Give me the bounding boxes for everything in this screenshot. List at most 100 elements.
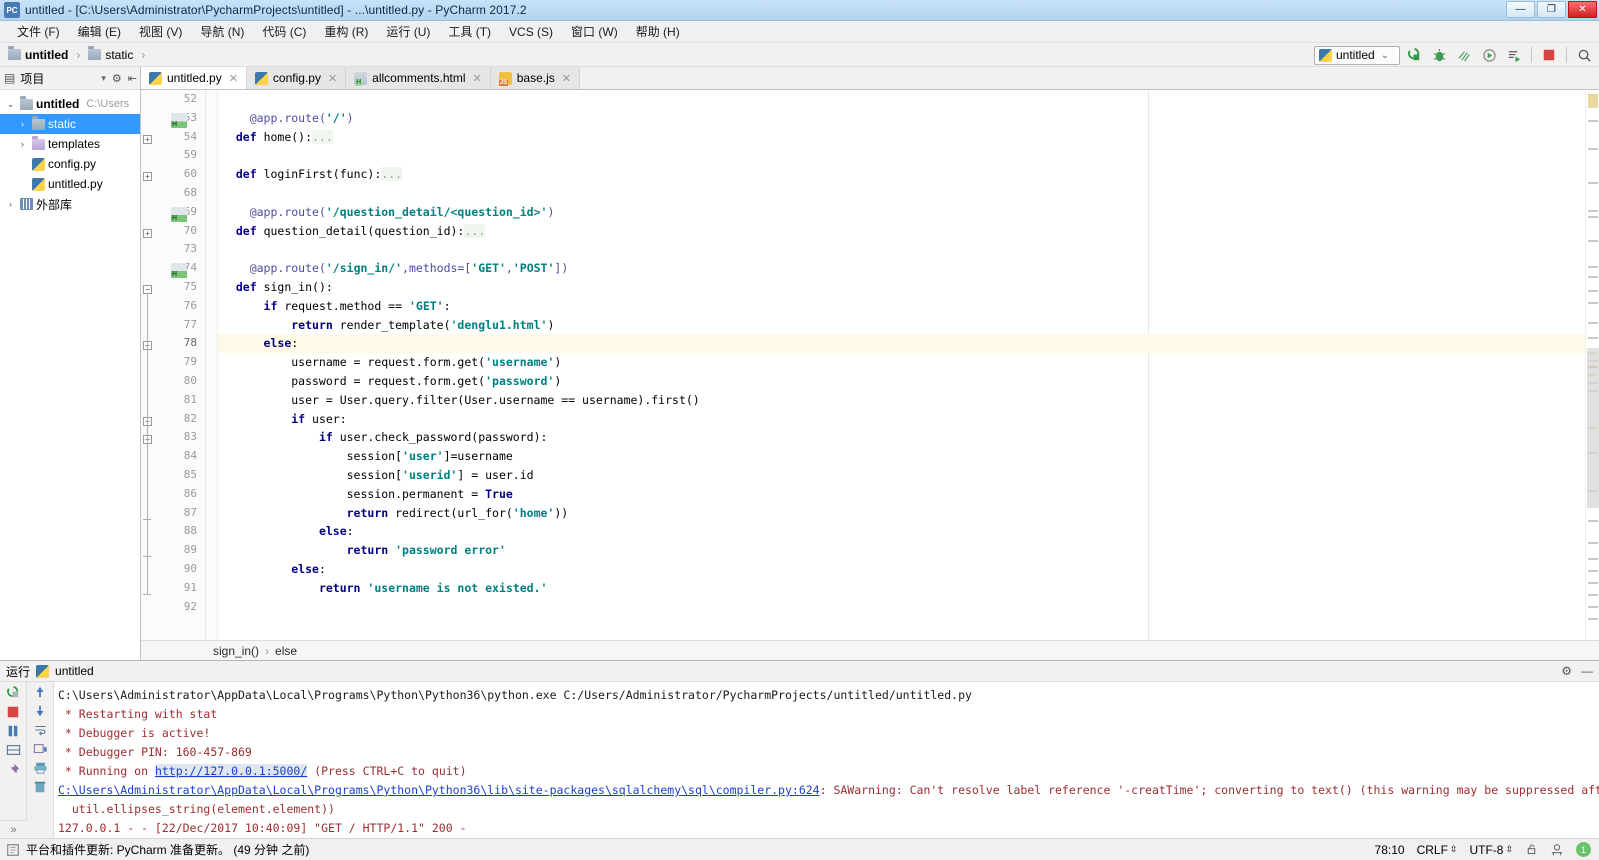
tab-label: untitled.py [167, 71, 222, 85]
code-line: return render_template('denglu1.html') [291, 317, 555, 332]
menu-item-tools[interactable]: 工具 (T) [439, 21, 500, 42]
console-link[interactable]: http://127.0.0.1:5000/ [154, 764, 308, 778]
editor-marker-scrollbar[interactable] [1585, 90, 1599, 640]
tab-close-icon[interactable]: ✕ [328, 72, 337, 85]
run-panel-title: 运行 [6, 664, 31, 679]
search-everywhere-icon[interactable] [1573, 45, 1595, 65]
fold-toggle-icon[interactable]: + [143, 172, 152, 182]
tree-item-templates[interactable]: › templates [0, 134, 140, 154]
tab-untitled-py[interactable]: untitled.py ✕ [141, 67, 247, 89]
menu-item-run[interactable]: 运行 (U) [377, 21, 439, 42]
tree-item-label: config.py [48, 157, 97, 171]
console-output[interactable]: C:\Users\Administrator\AppData\Local\Pro… [54, 682, 1599, 838]
breadcrumb-sign-in[interactable]: sign_in() [213, 644, 259, 658]
chevron-right-icon[interactable]: › [16, 119, 29, 129]
tree-item-static[interactable]: › static [0, 114, 140, 134]
fold-toggle-icon[interactable]: + [143, 228, 152, 238]
fold-toggle-icon[interactable]: − [143, 285, 152, 294]
menu-item-vcs[interactable]: VCS (S) [500, 23, 562, 41]
marker-tick [1588, 618, 1598, 620]
run-gutter-icon[interactable] [171, 263, 187, 279]
soft-wrap-icon[interactable] [33, 723, 48, 737]
tree-item-untitled[interactable]: ⌄ untitled C:\Users [0, 94, 140, 114]
pin-icon[interactable] [6, 762, 21, 777]
line-separator-selector[interactable]: CRLF ⇳ [1417, 843, 1458, 857]
tab-base-js[interactable]: base.js ✕ [490, 67, 580, 89]
collapse-all-icon[interactable]: ⇤ [128, 72, 137, 85]
run-gutter-icon[interactable] [171, 112, 187, 128]
print-icon[interactable] [33, 761, 48, 775]
console-link[interactable]: C:\Users\Administrator\AppData\Local\Pro… [58, 783, 820, 797]
tree-item-config-py[interactable]: config.py [0, 154, 140, 174]
menu-item-view[interactable]: 视图 (V) [130, 21, 191, 42]
tab-allcomments-html[interactable]: allcomments.html ✕ [346, 67, 491, 89]
structure-breadcrumb: sign_in() › else [141, 640, 1599, 660]
tab-close-icon[interactable]: ✕ [473, 72, 482, 85]
menu-item-navigate[interactable]: 导航 (N) [191, 21, 253, 42]
menu-item-edit[interactable]: 编辑 (E) [69, 21, 130, 42]
run-with-console-icon[interactable] [1503, 45, 1525, 65]
python-interpreter-icon[interactable] [1550, 843, 1564, 857]
minimize-button[interactable]: — [1506, 1, 1535, 18]
menu-item-file[interactable]: 文件 (F) [8, 21, 69, 42]
clear-all-icon[interactable] [33, 780, 47, 794]
code-text-area[interactable]: @app.route('/') def home():... def login… [218, 90, 1585, 640]
navbar-actions: untitled ⌄ [1314, 45, 1595, 65]
scroll-down-icon[interactable] [33, 704, 47, 718]
chevron-right-icon[interactable]: › [4, 199, 17, 209]
chevron-down-icon[interactable]: ⌄ [4, 99, 17, 110]
scroll-up-icon[interactable] [33, 685, 47, 699]
coverage-icon[interactable] [1453, 45, 1475, 65]
close-button[interactable]: ✕ [1568, 1, 1597, 18]
stop-icon[interactable] [1538, 45, 1560, 65]
menu-item-refactor[interactable]: 重构 (R) [315, 21, 377, 42]
chevron-right-icon[interactable]: › [16, 139, 29, 149]
tree-item-label: templates [48, 137, 101, 151]
stop-icon[interactable] [6, 705, 20, 719]
menu-item-code[interactable]: 代码 (C) [253, 21, 315, 42]
breadcrumb-item-static[interactable]: static [105, 48, 133, 62]
code-folding-column[interactable]: +++−−−− [143, 90, 218, 640]
run-icon[interactable] [1403, 45, 1425, 65]
scrollbar-thumb[interactable] [1587, 348, 1599, 508]
tab-close-icon[interactable]: ✕ [562, 72, 571, 85]
breadcrumb-separator: › [265, 643, 270, 658]
settings-gear-icon[interactable]: ⚙ [1561, 664, 1572, 678]
code-editor[interactable]: 52 53 54 59 60 68 69 70 73 74 75 76 77 78 79 80 81 82 83 84… [141, 90, 1599, 640]
maximize-button[interactable]: ❐ [1537, 1, 1566, 18]
tab-label: config.py [272, 71, 321, 85]
hide-icon[interactable]: — [1581, 664, 1593, 678]
status-message[interactable]: 平台和插件更新: PyCharm 准备更新。 (49 分钟 之前) [26, 841, 309, 858]
event-log-badge[interactable]: 1 [1576, 842, 1591, 857]
rerun-icon[interactable] [6, 685, 21, 700]
encoding-selector[interactable]: UTF-8 ⇳ [1469, 843, 1513, 857]
tab-config-py[interactable]: config.py ✕ [246, 67, 347, 89]
console-toggle-icon[interactable] [6, 743, 21, 757]
tree-item-untitled-py[interactable]: untitled.py [0, 174, 140, 194]
project-view-icon[interactable]: ▤ [4, 71, 15, 85]
run-configuration-selector[interactable]: untitled ⌄ [1314, 45, 1400, 65]
tab-close-icon[interactable]: ✕ [229, 72, 238, 85]
notification-icon[interactable] [6, 843, 20, 857]
pause-icon[interactable] [6, 724, 20, 738]
line-number: 59 [183, 148, 197, 162]
fold-toggle-icon[interactable]: + [143, 134, 152, 144]
breadcrumb-else[interactable]: else [275, 644, 297, 658]
breadcrumb-item-project[interactable]: untitled [25, 48, 68, 62]
expand-tool-windows-button[interactable]: » [0, 820, 27, 838]
line-number: 81 [183, 392, 197, 406]
tree-item-external-libraries[interactable]: › 外部库 [0, 194, 140, 214]
menu-item-window[interactable]: 窗口 (W) [562, 21, 627, 42]
caret-position[interactable]: 78:10 [1375, 843, 1405, 857]
debug-icon[interactable] [1428, 45, 1450, 65]
profile-icon[interactable] [1478, 45, 1500, 65]
export-icon[interactable] [33, 742, 48, 756]
run-panel-header: 运行 untitled ⚙ — [0, 661, 1599, 682]
run-gutter-icon[interactable] [171, 206, 187, 222]
chevron-down-icon[interactable]: ▾ [101, 73, 106, 84]
marker-tick [1588, 266, 1598, 268]
settings-gear-icon[interactable]: ⚙ [112, 72, 122, 85]
lock-icon[interactable] [1525, 843, 1538, 856]
menu-item-help[interactable]: 帮助 (H) [627, 21, 689, 42]
run-panel-config-name[interactable]: untitled [55, 664, 94, 678]
